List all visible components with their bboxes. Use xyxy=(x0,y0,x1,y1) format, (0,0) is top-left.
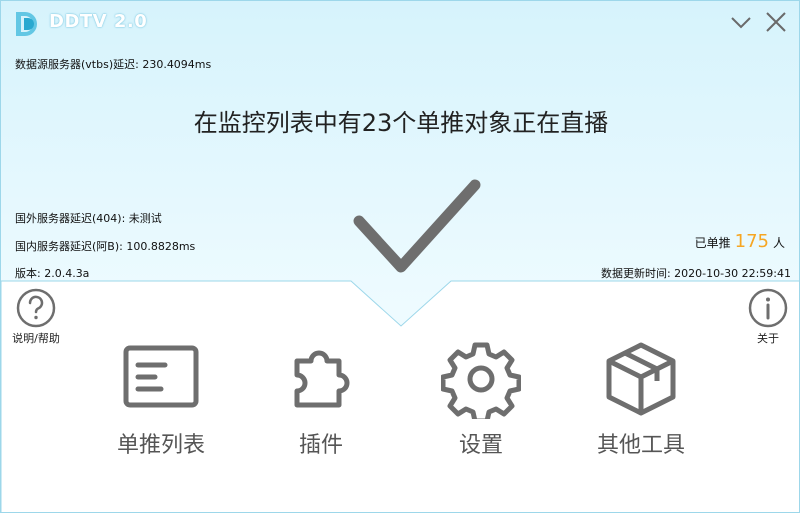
close-icon xyxy=(766,12,786,32)
checkmark-icon xyxy=(353,179,481,273)
domestic-latency: 国内服务器延迟(阿B): 100.8828ms xyxy=(15,240,196,253)
list-card-icon xyxy=(123,345,199,408)
tile-other-tools[interactable]: 其他工具 xyxy=(571,339,711,459)
live-count-headline: 在监控列表中有23个单推对象正在直播 xyxy=(193,109,609,137)
tile-other-tools-label: 其他工具 xyxy=(596,433,685,458)
chevron-down-icon xyxy=(731,17,751,29)
tile-plugins-label: 插件 xyxy=(298,433,343,458)
box-icon xyxy=(606,342,676,416)
help-button[interactable]: 说明/帮助 xyxy=(7,288,65,346)
version-label: 版本: 2.0.4.3a xyxy=(15,267,90,280)
app-title: DDTV 2.0 xyxy=(49,11,148,32)
about-label: 关于 xyxy=(757,332,779,345)
tile-plugins[interactable]: 插件 xyxy=(251,339,391,459)
gear-icon xyxy=(441,342,521,419)
tile-watch-list[interactable]: 单推列表 xyxy=(91,339,231,459)
puzzle-piece-icon xyxy=(294,350,350,408)
pushed-count: 已单推 175 人 xyxy=(695,231,785,252)
tile-settings-label: 设置 xyxy=(458,433,503,458)
close-button[interactable] xyxy=(763,9,789,35)
pushed-number: 175 xyxy=(734,231,769,252)
minimize-button[interactable] xyxy=(728,9,754,35)
pushed-prefix: 已单推 xyxy=(694,236,731,250)
data-source-latency: 数据源服务器(vtbs)延迟: 230.4094ms xyxy=(15,58,212,71)
pushed-suffix: 人 xyxy=(772,236,785,250)
title-bar: DDTV 2.0 xyxy=(1,1,799,43)
about-button[interactable]: 关于 xyxy=(744,288,792,346)
help-label: 说明/帮助 xyxy=(12,332,60,345)
app-window: DDTV 2.0 数据源服务器(vtbs)延迟: 230.4094ms 在监控列… xyxy=(0,0,800,513)
ddtv-logo-icon xyxy=(16,12,37,36)
info-icon xyxy=(748,288,788,328)
tile-settings[interactable]: 设置 xyxy=(411,339,551,459)
overseas-latency: 国外服务器延迟(404): 未测试 xyxy=(15,212,162,225)
tile-watch-list-label: 单推列表 xyxy=(116,433,205,458)
question-icon xyxy=(16,288,56,328)
data-update-time: 数据更新时间: 2020-10-30 22:59:41 xyxy=(600,267,791,280)
